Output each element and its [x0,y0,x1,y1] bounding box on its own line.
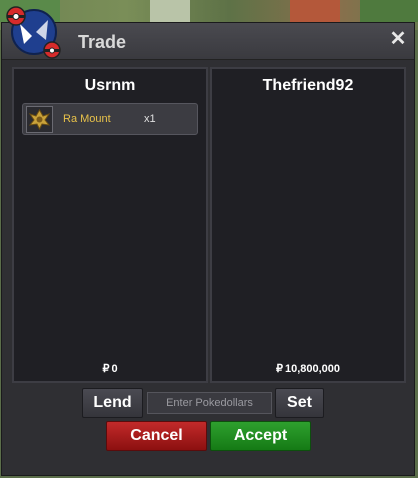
close-icon[interactable]: ✕ [388,29,408,49]
my-username: Usrnm [84,77,136,94]
my-money-amount: 0 [111,363,118,375]
my-offer-panel: Usrnm Ra Mount x1 ₽0 [12,67,208,383]
item-name: Ra Mount [63,113,111,125]
trade-item-slot[interactable]: Ra Mount x1 [22,103,198,135]
partner-offer-panel: Thefriend92 ₽10,800,000 [210,67,406,383]
pokedollar-icon: ₽ [275,363,283,375]
pokedollar-input[interactable]: Enter Pokedollars [147,392,272,414]
ra-mount-badge-icon [26,106,53,133]
partner-username: Thefriend92 [262,77,354,94]
lend-button[interactable]: Lend [82,388,143,418]
cancel-button[interactable]: Cancel [106,421,207,451]
partner-money-offer: ₽10,800,000 [212,362,404,375]
item-quantity: x1 [144,113,156,125]
pokedollar-icon: ₽ [102,363,110,375]
my-money-offer: ₽0 [14,362,206,375]
set-button[interactable]: Set [275,388,324,418]
game-logo-icon [6,6,61,59]
trade-window: Trade ✕ Usrnm Ra Mount x1 ₽0 Thefriend92… [1,22,415,476]
partner-money-amount: 10,800,000 [284,363,341,375]
accept-button[interactable]: Accept [210,421,311,451]
window-title: Trade [78,32,127,52]
